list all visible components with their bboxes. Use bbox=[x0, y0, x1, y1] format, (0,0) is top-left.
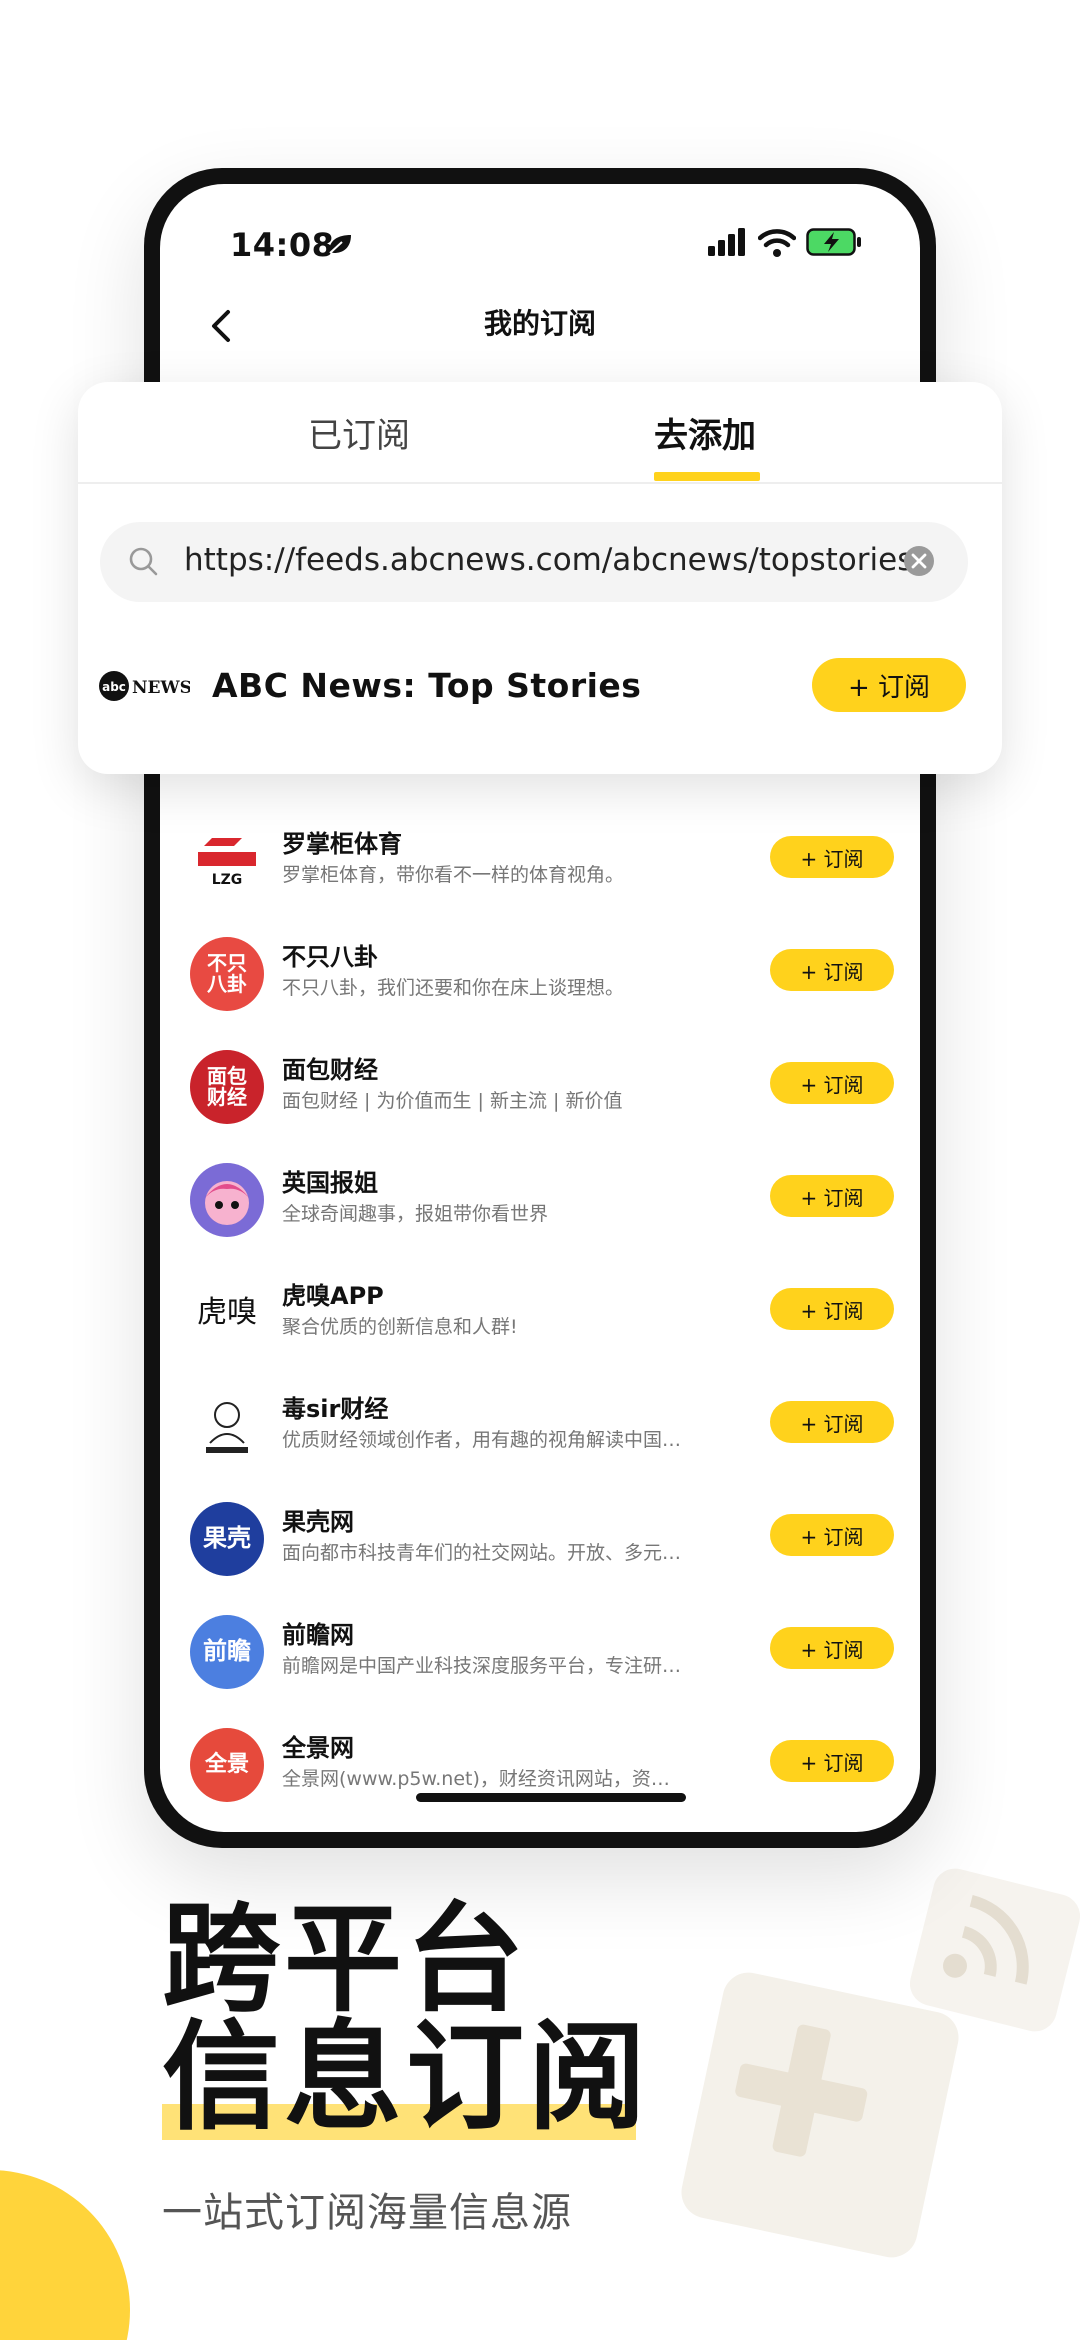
feed-logo: 果壳 bbox=[190, 1502, 264, 1576]
feed-name: 面包财经 bbox=[282, 1056, 378, 1084]
feed-logo bbox=[190, 1163, 264, 1237]
feed-logo: 不只 八卦 bbox=[190, 937, 264, 1011]
list-item[interactable]: LZG 罗掌柜体育 罗掌柜体育，带你看不一样的体育视角。 + 订阅 bbox=[160, 804, 920, 917]
list-item[interactable]: 前瞻 前瞻网 前瞻网是中国产业科技深度服务平台，专注研… + 订阅 bbox=[160, 1595, 920, 1708]
subscribe-button[interactable]: + 订阅 bbox=[770, 1062, 894, 1104]
list-item[interactable]: 虎嗅 虎嗅APP 聚合优质的创新信息和人群! + 订阅 bbox=[160, 1256, 920, 1369]
tab-bar: 已订阅 去添加 bbox=[78, 382, 1002, 484]
feed-description: 全球奇闻趣事，报姐带你看世界 bbox=[282, 1203, 549, 1225]
active-tab-indicator bbox=[654, 472, 760, 481]
feed-description: 前瞻网是中国产业科技深度服务平台，专注研… bbox=[282, 1655, 682, 1677]
hero-title-line1: 跨平台 bbox=[162, 1890, 529, 2028]
feed-logo-text: 面包 财经 bbox=[207, 1064, 247, 1109]
status-bar: 14:08 bbox=[160, 184, 920, 284]
abc-news-logo-icon: abc NEWS bbox=[99, 671, 190, 701]
feed-description: 优质财经领域创作者，用有趣的视角解读中国… bbox=[282, 1429, 682, 1451]
clear-icon[interactable] bbox=[902, 544, 936, 578]
subscribe-button[interactable]: + 订阅 bbox=[770, 1514, 894, 1556]
subscribe-button[interactable]: + 订阅 bbox=[770, 1175, 894, 1217]
hero-subtitle: 一站式订阅海量信息源 bbox=[162, 2190, 572, 2236]
add-feed-card: 已订阅 去添加 https://feeds.abcnews.com/abcnew… bbox=[78, 382, 1002, 774]
feed-logo: 全景 bbox=[190, 1728, 264, 1802]
subscribe-button[interactable]: + 订阅 bbox=[770, 836, 894, 878]
subscribe-button[interactable]: + 订阅 bbox=[770, 1288, 894, 1330]
search-input[interactable]: https://feeds.abcnews.com/abcnews/topsto… bbox=[100, 522, 968, 602]
list-item[interactable]: 毒sir财经 优质财经领域创作者，用有趣的视角解读中国… + 订阅 bbox=[160, 1369, 920, 1482]
subscribe-button[interactable]: + 订阅 bbox=[770, 1401, 894, 1443]
page-title: 我的订阅 bbox=[483, 307, 596, 340]
feed-description: 面包财经 | 为价值而生 | 新主流 | 新价值 bbox=[282, 1090, 623, 1112]
search-icon bbox=[129, 547, 158, 576]
lzg-logo-icon: LZG bbox=[198, 838, 256, 888]
cartoon-avatar-icon bbox=[191, 1164, 263, 1236]
decor-plus-card bbox=[676, 1967, 964, 2263]
list-item[interactable]: 英国报姐 全球奇闻趣事，报姐带你看世界 + 订阅 bbox=[160, 1143, 920, 1256]
decor-circle bbox=[0, 2170, 130, 2340]
result-name: ABC News: Top Stories bbox=[212, 666, 642, 705]
wifi-icon bbox=[758, 229, 796, 257]
feed-logo-text: 不只 八卦 bbox=[207, 951, 247, 996]
tab-add[interactable]: 去添加 bbox=[654, 408, 756, 457]
feed-name: 全景网 bbox=[282, 1734, 354, 1762]
list-item[interactable]: 果壳 果壳网 面向都市科技青年们的社交网站。开放、多元… + 订阅 bbox=[160, 1482, 920, 1595]
feed-logo: 面包 财经 bbox=[190, 1050, 264, 1124]
search-result-row[interactable]: abc NEWS ABC News: Top Stories + 订阅 bbox=[78, 642, 1002, 742]
subscribe-button[interactable]: + 订阅 bbox=[770, 949, 894, 991]
leaf-icon bbox=[329, 235, 351, 254]
subscribe-button[interactable]: + 订阅 bbox=[770, 1740, 894, 1782]
lzg-logo-text: LZG bbox=[212, 872, 243, 888]
feed-logo-text: 前瞻 bbox=[203, 1637, 251, 1666]
list-item[interactable]: 全景 全景网 全景网(www.p5w.net)，财经资讯网站，资… + 订阅 bbox=[160, 1708, 920, 1821]
feed-logo: LZG bbox=[190, 824, 264, 898]
feed-logo-text: 果壳 bbox=[203, 1524, 251, 1553]
status-time: 14:08 bbox=[230, 226, 335, 264]
feed-name: 虎嗅APP bbox=[282, 1282, 384, 1310]
feed-description: 罗掌柜体育，带你看不一样的体育视角。 bbox=[282, 864, 625, 886]
feed-name: 不只八卦 bbox=[282, 943, 378, 971]
subscribe-button[interactable]: + 订阅 bbox=[770, 1627, 894, 1669]
subscribe-button[interactable]: + 订阅 bbox=[812, 658, 966, 712]
signal-icon bbox=[708, 228, 745, 256]
feed-logo-text: 全景 bbox=[204, 1752, 249, 1778]
feed-name: 前瞻网 bbox=[282, 1621, 354, 1649]
battery-charging-icon bbox=[806, 228, 861, 256]
app-promo: 14:08 我的订阅 LZG 罗掌柜体育 罗掌柜体育，带你看不一样的体育视角。 … bbox=[0, 0, 1080, 2340]
home-indicator bbox=[416, 1793, 686, 1802]
feed-logo-text: 虎嗅 bbox=[197, 1295, 257, 1331]
search-input-value[interactable]: https://feeds.abcnews.com/abcnews/topsto… bbox=[184, 542, 913, 578]
list-item[interactable]: 面包 财经 面包财经 面包财经 | 为价值而生 | 新主流 | 新价值 + 订阅 bbox=[160, 1030, 920, 1143]
list-item[interactable]: 不只 八卦 不只八卦 不只八卦，我们还要和你在床上谈理想。 + 订阅 bbox=[160, 917, 920, 1030]
feed-description: 不只八卦，我们还要和你在床上谈理想。 bbox=[282, 977, 625, 999]
svg-text:NEWS: NEWS bbox=[132, 678, 190, 698]
feed-description: 聚合优质的创新信息和人群! bbox=[282, 1316, 518, 1338]
character-sketch-icon bbox=[206, 1402, 248, 1453]
feed-description: 面向都市科技青年们的社交网站。开放、多元… bbox=[282, 1542, 682, 1564]
feed-description: 全景网(www.p5w.net)，财经资讯网站，资… bbox=[282, 1768, 670, 1790]
feed-name: 英国报姐 bbox=[282, 1169, 378, 1197]
feed-logo: 虎嗅 bbox=[190, 1276, 264, 1350]
feed-name: 毒sir财经 bbox=[282, 1395, 389, 1423]
feed-logo bbox=[190, 1389, 264, 1463]
feed-name: 果壳网 bbox=[282, 1508, 354, 1536]
tab-subscribed[interactable]: 已订阅 bbox=[308, 408, 410, 457]
feed-logo: 前瞻 bbox=[190, 1615, 264, 1689]
feed-name: 罗掌柜体育 bbox=[282, 830, 402, 858]
hero-title-line2: 信息订阅 bbox=[162, 2008, 651, 2146]
svg-text:abc: abc bbox=[102, 680, 126, 694]
